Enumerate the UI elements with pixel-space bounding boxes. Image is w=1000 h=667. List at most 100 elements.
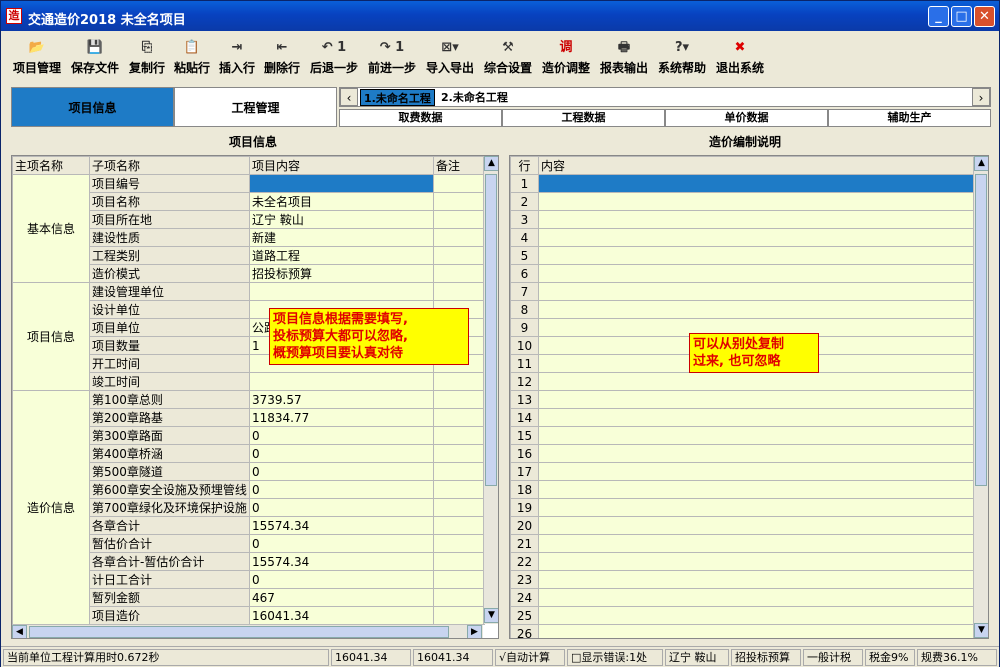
table-row[interactable]: 20 xyxy=(510,516,975,535)
insert-row-button[interactable]: ⇥ 插入行 xyxy=(219,37,255,76)
content-cell[interactable]: 新建 xyxy=(249,228,434,247)
remark-cell[interactable] xyxy=(433,462,485,481)
table-row[interactable]: 16 xyxy=(510,444,975,463)
content-cell[interactable]: 0 xyxy=(249,462,434,481)
table-row[interactable]: 1 xyxy=(510,174,975,193)
redo-button[interactable]: ↷ 1 前进一步 xyxy=(368,37,416,76)
content-cell[interactable]: 招投标预算 xyxy=(249,264,434,283)
content-cell[interactable] xyxy=(538,390,975,409)
content-cell[interactable] xyxy=(538,444,975,463)
table-row[interactable]: 8 xyxy=(510,300,975,319)
remark-cell[interactable] xyxy=(433,228,485,247)
table-row[interactable]: 23 xyxy=(510,570,975,589)
exit-button[interactable]: ✖ 退出系统 xyxy=(716,37,764,76)
content-cell[interactable]: 15574.34 xyxy=(249,552,434,571)
content-cell[interactable] xyxy=(249,282,434,301)
remark-cell[interactable] xyxy=(433,480,485,499)
scroll-up-arrow[interactable]: ▲ xyxy=(484,156,498,171)
remark-cell[interactable] xyxy=(433,264,485,283)
content-cell[interactable] xyxy=(538,480,975,499)
table-row[interactable]: 5 xyxy=(510,246,975,265)
auto-calc-toggle[interactable]: √自动计算 xyxy=(495,649,565,666)
content-cell[interactable]: 3739.57 xyxy=(249,390,434,409)
content-cell[interactable]: 辽宁 鞍山 xyxy=(249,210,434,229)
table-row[interactable]: 6 xyxy=(510,264,975,283)
table-row[interactable]: 7 xyxy=(510,282,975,301)
tab-project-data[interactable]: 工程数据 xyxy=(502,109,665,127)
content-cell[interactable] xyxy=(538,624,975,638)
tab-next-arrow[interactable]: › xyxy=(972,88,990,106)
scroll-thumb[interactable] xyxy=(485,174,497,486)
content-cell[interactable] xyxy=(538,210,975,229)
content-cell[interactable]: 467 xyxy=(249,588,434,607)
table-row[interactable]: 22 xyxy=(510,552,975,571)
cost-adjust-button[interactable]: 调造价调整 xyxy=(542,37,590,76)
tab-project-1[interactable]: 1.未命名工程 xyxy=(360,89,435,106)
remark-cell[interactable] xyxy=(433,390,485,409)
nav-project-manage[interactable]: 工程管理 xyxy=(174,87,337,127)
remark-cell[interactable] xyxy=(433,192,485,211)
scroll-thumb[interactable] xyxy=(975,174,987,486)
table-row[interactable]: 3 xyxy=(510,210,975,229)
content-cell[interactable]: 0 xyxy=(249,498,434,517)
remark-cell[interactable] xyxy=(433,606,485,625)
import-export-button[interactable]: ⊠▾ 导入导出 xyxy=(426,37,474,76)
tab-project-2[interactable]: 2.未命名工程 xyxy=(438,89,511,106)
remark-cell[interactable] xyxy=(433,210,485,229)
scroll-down-arrow[interactable]: ▼ xyxy=(974,623,988,638)
table-row[interactable]: 15 xyxy=(510,426,975,445)
table-row[interactable]: 21 xyxy=(510,534,975,553)
content-cell[interactable] xyxy=(538,534,975,553)
remark-cell[interactable] xyxy=(433,174,485,193)
content-cell[interactable]: 0 xyxy=(249,444,434,463)
content-cell[interactable]: 0 xyxy=(249,570,434,589)
remark-cell[interactable] xyxy=(433,588,485,607)
right-vscroll[interactable]: ▲ ▼ xyxy=(973,156,988,638)
content-cell[interactable] xyxy=(538,300,975,319)
settings-button[interactable]: ⚒ 综合设置 xyxy=(484,37,532,76)
table-row[interactable]: 12 xyxy=(510,372,975,391)
table-row[interactable]: 13 xyxy=(510,390,975,409)
table-row[interactable]: 18 xyxy=(510,480,975,499)
remark-cell[interactable] xyxy=(433,426,485,445)
remark-cell[interactable] xyxy=(433,246,485,265)
content-cell[interactable] xyxy=(538,192,975,211)
table-row[interactable]: 19 xyxy=(510,498,975,517)
left-vscroll[interactable]: ▲ ▼ xyxy=(483,156,498,624)
table-row[interactable]: 14 xyxy=(510,408,975,427)
scroll-thumb[interactable] xyxy=(29,626,449,638)
copy-row-button[interactable]: ⎘ 复制行 xyxy=(129,37,165,76)
scroll-left-arrow[interactable]: ◀ xyxy=(12,625,27,638)
content-cell[interactable] xyxy=(538,372,975,391)
paste-row-button[interactable]: 📋 粘贴行 xyxy=(174,37,210,76)
content-cell[interactable]: 16041.34 xyxy=(249,606,434,625)
scroll-right-arrow[interactable]: ▶ xyxy=(467,625,482,638)
scroll-down-arrow[interactable]: ▼ xyxy=(484,608,498,623)
content-cell[interactable] xyxy=(538,516,975,535)
undo-button[interactable]: ↶ 1 后退一步 xyxy=(310,37,358,76)
content-cell[interactable]: 道路工程 xyxy=(249,246,434,265)
table-row[interactable]: 造价信息 第100章总则 3739.57 xyxy=(12,390,485,625)
content-cell[interactable] xyxy=(538,498,975,517)
content-cell[interactable] xyxy=(538,606,975,625)
remark-cell[interactable] xyxy=(433,552,485,571)
report-output-button[interactable]: 🖶 报表输出 xyxy=(600,37,648,76)
content-cell[interactable] xyxy=(538,462,975,481)
tab-fee-data[interactable]: 取费数据 xyxy=(339,109,502,127)
table-row[interactable]: 基本信息 项目编号 xyxy=(12,174,485,283)
content-cell[interactable] xyxy=(538,174,975,193)
table-row[interactable]: 24 xyxy=(510,588,975,607)
remark-cell[interactable] xyxy=(433,570,485,589)
maximize-button[interactable]: □ xyxy=(951,6,972,27)
content-cell[interactable] xyxy=(538,408,975,427)
content-cell[interactable]: 0 xyxy=(249,426,434,445)
content-cell[interactable] xyxy=(538,570,975,589)
minimize-button[interactable]: _ xyxy=(928,6,949,27)
content-cell[interactable]: 15574.34 xyxy=(249,516,434,535)
content-cell[interactable] xyxy=(538,246,975,265)
remark-cell[interactable] xyxy=(433,282,485,301)
table-row[interactable]: 4 xyxy=(510,228,975,247)
remark-cell[interactable] xyxy=(433,444,485,463)
content-cell[interactable]: 0 xyxy=(249,534,434,553)
help-button[interactable]: ?▾ 系统帮助 xyxy=(658,37,706,76)
